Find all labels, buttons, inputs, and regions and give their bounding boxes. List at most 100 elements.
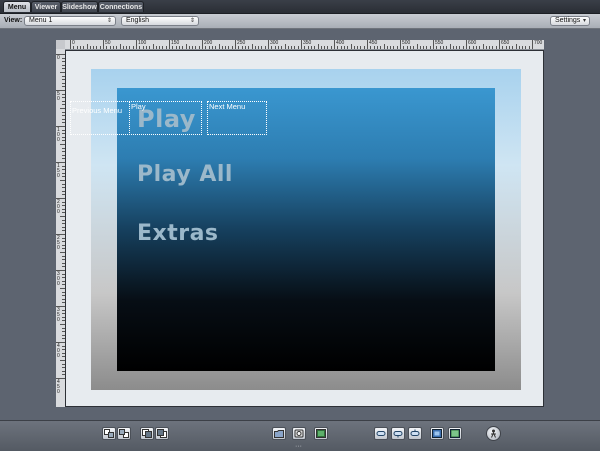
align-center-button[interactable] (391, 427, 405, 440)
ruler-tick (363, 46, 365, 49)
ruler-tick (324, 46, 326, 49)
ruler-tick (409, 46, 411, 49)
ruler-tick (192, 46, 194, 49)
align-right-icon (410, 429, 420, 436)
ruler-tick (475, 46, 477, 49)
popup-arrows-icon: ⇕ (189, 18, 195, 24)
send-backward-icon (119, 429, 129, 438)
bring-forward-button[interactable] (102, 427, 116, 440)
menu-button-extras[interactable]: Extras (137, 221, 219, 246)
ruler-tick (449, 44, 451, 49)
ruler-tick (357, 46, 359, 49)
settings-button[interactable]: Settings ▾ (550, 16, 590, 26)
ruler-tick (337, 46, 339, 49)
ruler-tick (469, 46, 471, 49)
ruler-tick (452, 46, 454, 49)
ruler-tick (162, 46, 164, 49)
ruler-tick (347, 46, 349, 49)
ruler-label: 550 (435, 40, 444, 46)
add-button-button[interactable] (292, 427, 306, 440)
ruler-tick (149, 46, 151, 49)
align-left-icon (376, 431, 386, 436)
ruler-tick (383, 44, 385, 49)
ruler-tick (479, 46, 481, 49)
tab-menu[interactable]: Menu (3, 1, 31, 12)
ruler-tick (343, 46, 345, 49)
ruler-tick (310, 46, 312, 49)
ruler-tick (406, 46, 408, 49)
ruler-tick (218, 44, 220, 49)
ruler-tick (287, 46, 289, 49)
bring-to-front-button[interactable] (140, 427, 154, 440)
tab-viewer[interactable]: Viewer (31, 1, 61, 12)
ruler-tick (353, 46, 355, 49)
horizontal-ruler[interactable]: 0 50 100 150 200 250 300 350 400 450 500 550 600 650 7… (65, 40, 544, 50)
ruler-tick (525, 46, 527, 49)
send-backward-button[interactable] (117, 427, 131, 440)
ruler-tick (380, 46, 382, 49)
ruler-label: 600 (468, 40, 477, 46)
ruler-tick (376, 46, 378, 49)
previous-menu-label: Previous Menu (72, 106, 123, 115)
ruler-label: 650 (501, 40, 510, 46)
add-text-object-button[interactable] (314, 427, 328, 440)
ruler-tick (281, 46, 283, 49)
ruler-label: 350 (303, 40, 312, 46)
ruler-tick (169, 40, 170, 49)
ruler-tick (165, 46, 167, 49)
ruler-tick (459, 46, 461, 49)
ruler-label: 700 (534, 40, 543, 46)
align-left-button[interactable] (374, 427, 388, 440)
ruler-tick (235, 40, 236, 49)
send-to-back-button[interactable] (155, 427, 169, 440)
ruler-tick (264, 46, 266, 49)
disc-icon (294, 429, 304, 438)
simulator-button[interactable] (486, 426, 501, 441)
ruler-tick (96, 46, 98, 49)
language-popup[interactable]: English ⇕ (121, 16, 199, 26)
ruler-tick (178, 46, 180, 49)
ruler-tick (225, 46, 227, 49)
ruler-tick (502, 46, 504, 49)
ruler-tick (248, 46, 250, 49)
ruler-tick (126, 46, 128, 49)
ruler-tick (215, 46, 217, 49)
ruler-label: 2 5 0 (57, 235, 60, 251)
align-right-button[interactable] (408, 427, 422, 440)
ruler-tick (518, 46, 520, 49)
bring-forward-icon (104, 429, 114, 438)
ruler-tick (442, 46, 444, 49)
ruler-label: 150 (171, 40, 180, 46)
resize-grip-icon[interactable]: ··· (295, 443, 302, 450)
settings-label: Settings (555, 17, 581, 24)
simulator-icon (491, 429, 496, 438)
ruler-tick (499, 40, 500, 49)
ruler-tick (367, 40, 368, 49)
ruler-tick (83, 46, 85, 49)
ruler-tick (373, 46, 375, 49)
popup-arrows-icon: ⇕ (106, 18, 112, 24)
add-submenu-button[interactable] (272, 427, 286, 440)
ruler-tick (231, 46, 233, 49)
tab-slideshow[interactable]: Slideshow (61, 1, 98, 12)
fit-frame-button[interactable] (430, 427, 444, 440)
ruler-tick (413, 46, 415, 49)
ruler-tick (76, 46, 78, 49)
menu-canvas[interactable]: Play Play All Extras Previous Menu Play … (65, 50, 544, 407)
ruler-tick (182, 46, 184, 49)
ruler-label: 400 (336, 40, 345, 46)
ruler-label: 0 (57, 55, 60, 61)
ruler-tick (429, 46, 431, 49)
ruler-tick (304, 46, 306, 49)
align-center-icon (393, 431, 403, 438)
ruler-tick (317, 44, 319, 49)
ruler-tick (297, 46, 299, 49)
view-popup[interactable]: Menu 1 ⇕ (24, 16, 116, 26)
ruler-tick (208, 46, 210, 49)
tab-connections[interactable]: Connections (98, 1, 144, 12)
fill-frame-button[interactable] (448, 427, 462, 440)
ruler-tick (482, 44, 484, 49)
ruler-label: 1 0 0 (57, 127, 60, 143)
menu-button-play-all[interactable]: Play All (137, 162, 233, 187)
ruler-tick (106, 46, 108, 49)
